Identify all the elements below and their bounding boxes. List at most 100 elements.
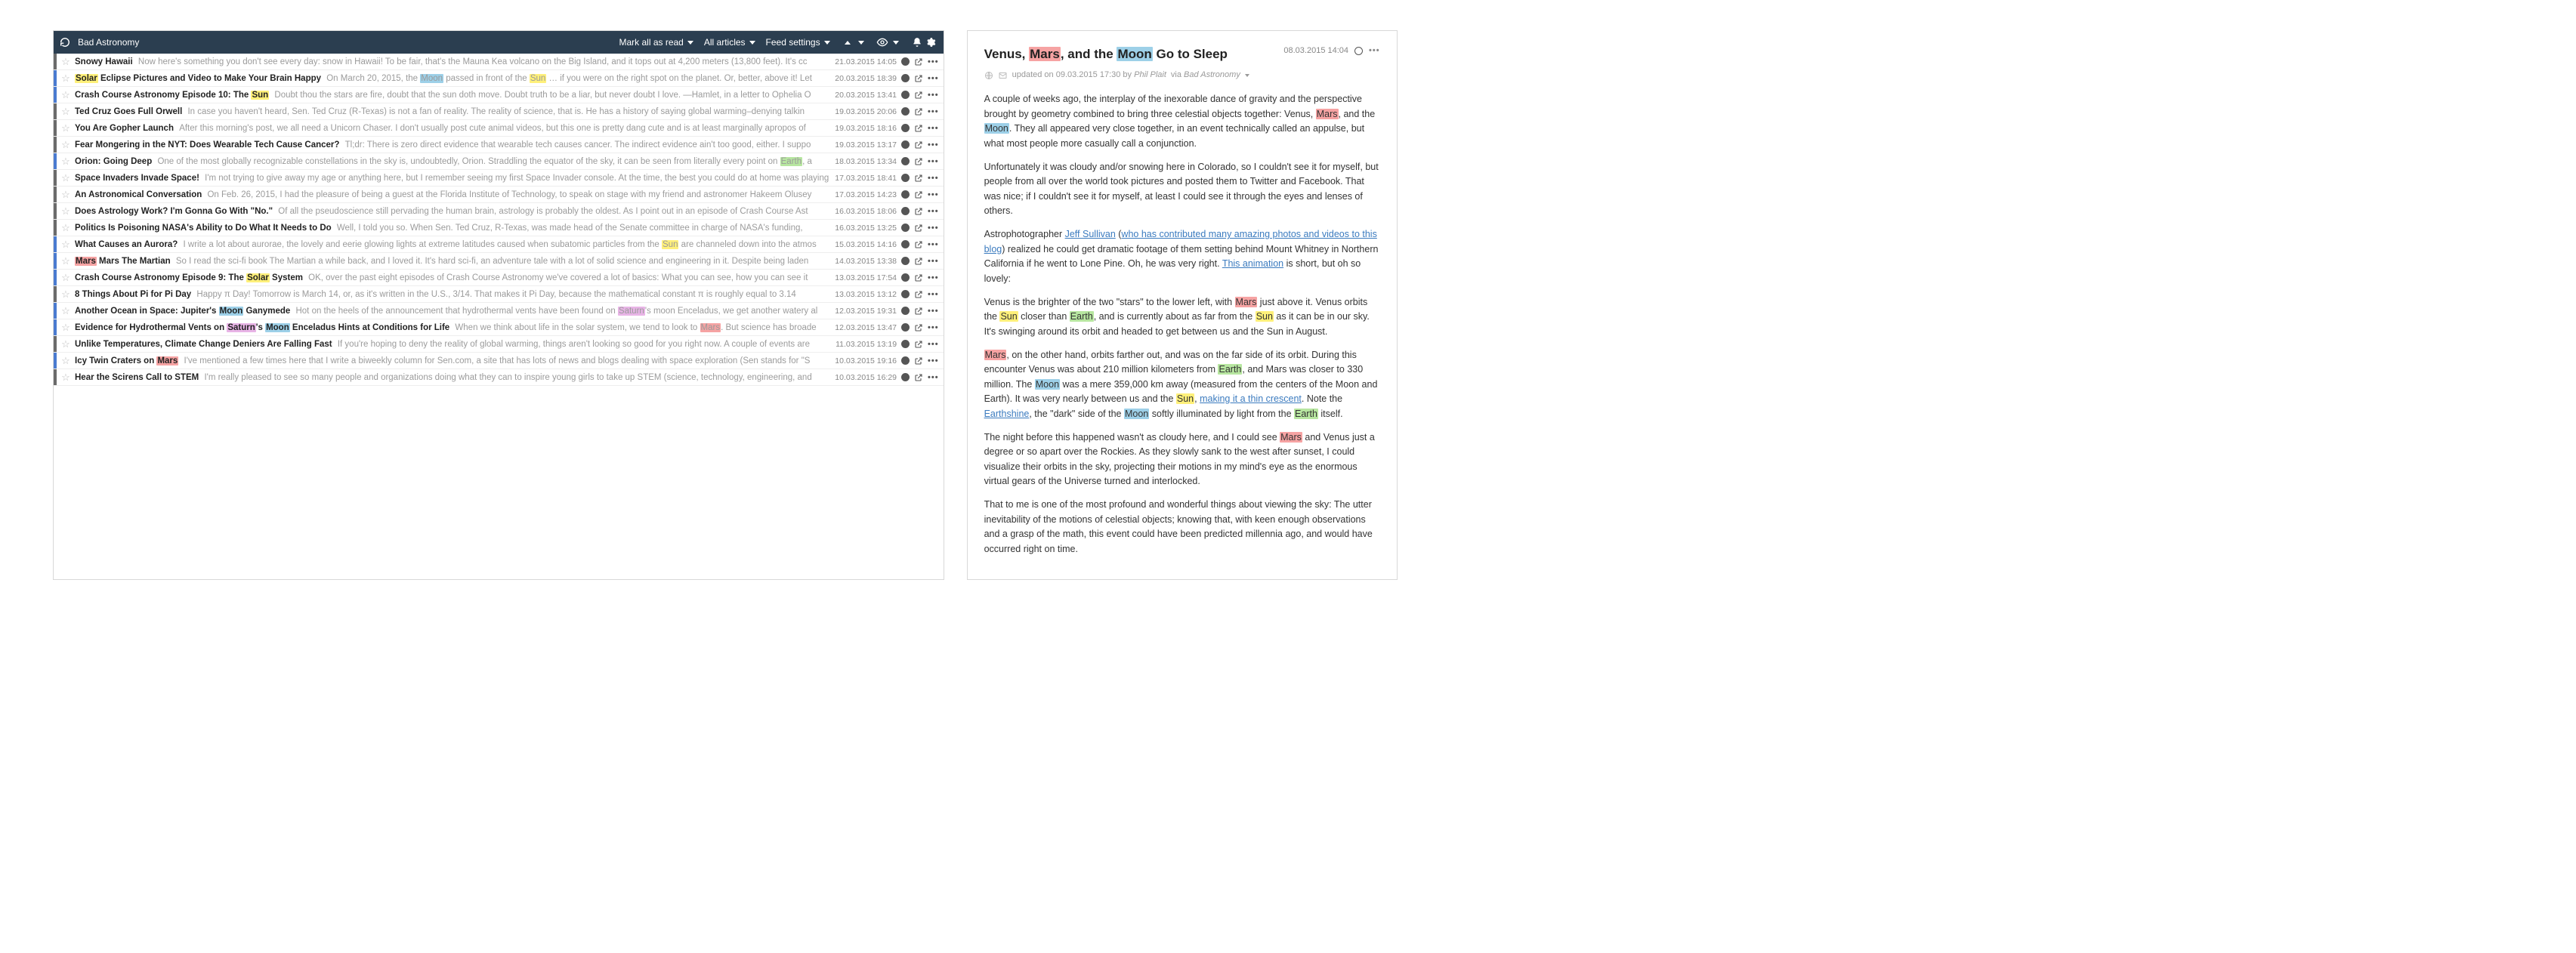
next-article-button[interactable]	[854, 35, 868, 49]
filter-all-articles-button[interactable]: All articles	[704, 37, 755, 48]
article-row[interactable]: ☆Crash Course Astronomy Episode 9: The S…	[54, 270, 944, 286]
mark-read-toggle[interactable]	[901, 356, 910, 365]
article-row[interactable]: ☆Orion: Going Deep One of the most globa…	[54, 153, 944, 170]
article-row[interactable]: ☆8 Things About Pi for Pi Day Happy π Da…	[54, 286, 944, 303]
mark-all-read-button[interactable]: Mark all as read	[619, 37, 693, 48]
more-actions-icon[interactable]: •••	[928, 224, 939, 233]
article-row[interactable]: ☆Solar Eclipse Pictures and Video to Mak…	[54, 70, 944, 87]
mark-read-toggle[interactable]	[901, 140, 910, 149]
mark-read-toggle[interactable]	[901, 157, 910, 165]
more-actions-icon[interactable]: •••	[928, 240, 939, 249]
star-toggle[interactable]: ☆	[57, 355, 75, 367]
more-actions-icon[interactable]: •••	[928, 290, 939, 299]
mark-read-toggle[interactable]	[901, 190, 910, 199]
more-actions-icon[interactable]: •••	[928, 107, 939, 116]
star-toggle[interactable]: ☆	[57, 172, 75, 184]
star-toggle[interactable]: ☆	[57, 305, 75, 317]
open-external-icon[interactable]	[914, 57, 923, 66]
more-actions-icon[interactable]: •••	[928, 124, 939, 133]
star-toggle[interactable]: ☆	[57, 338, 75, 350]
body-link[interactable]: making it a thin crescent	[1200, 393, 1302, 404]
more-actions-icon[interactable]: •••	[928, 373, 939, 382]
open-external-icon[interactable]	[914, 91, 923, 100]
star-toggle[interactable]: ☆	[57, 56, 75, 68]
open-external-icon[interactable]	[914, 157, 923, 166]
star-toggle[interactable]: ☆	[57, 222, 75, 234]
mark-read-toggle[interactable]	[901, 124, 910, 132]
star-toggle[interactable]: ☆	[57, 122, 75, 134]
open-external-icon[interactable]	[914, 307, 923, 316]
open-external-icon[interactable]	[914, 207, 923, 216]
article-row[interactable]: ☆What Causes an Aurora? I write a lot ab…	[54, 236, 944, 253]
more-actions-icon[interactable]: •••	[928, 307, 939, 316]
article-row[interactable]: ☆Snowy Hawaii Now here's something you d…	[54, 54, 944, 70]
mark-read-toggle[interactable]	[901, 257, 910, 265]
open-external-icon[interactable]	[914, 356, 923, 365]
open-external-icon[interactable]	[914, 74, 923, 83]
more-actions-icon[interactable]: •••	[928, 190, 939, 199]
article-row[interactable]: ☆Icy Twin Craters on Mars I've mentioned…	[54, 353, 944, 369]
more-actions-icon[interactable]: •••	[928, 57, 939, 66]
star-toggle[interactable]: ☆	[57, 272, 75, 284]
mark-read-toggle[interactable]	[901, 207, 910, 215]
open-external-icon[interactable]	[914, 240, 923, 249]
mark-read-toggle[interactable]	[901, 107, 910, 116]
more-actions-icon[interactable]: •••	[928, 140, 939, 150]
more-actions-icon[interactable]: •••	[928, 323, 939, 332]
star-toggle[interactable]: ☆	[57, 205, 75, 217]
source-link[interactable]: Bad Astronomy	[1184, 70, 1240, 79]
article-row[interactable]: ☆Hear the Scirens Call to STEM I'm reall…	[54, 369, 944, 386]
star-toggle[interactable]: ☆	[57, 89, 75, 101]
chevron-down-icon[interactable]	[889, 35, 903, 49]
mark-read-toggle[interactable]	[901, 290, 910, 298]
star-toggle[interactable]: ☆	[57, 72, 75, 85]
mark-read-toggle[interactable]	[1354, 47, 1363, 55]
mark-read-toggle[interactable]	[901, 74, 910, 82]
article-row[interactable]: ☆Mars Mars The Martian So I read the sci…	[54, 253, 944, 270]
more-actions-icon[interactable]: •••	[928, 207, 939, 216]
mark-read-toggle[interactable]	[901, 224, 910, 232]
mail-icon[interactable]	[998, 71, 1008, 80]
notifications-icon[interactable]	[910, 35, 924, 49]
star-toggle[interactable]: ☆	[57, 156, 75, 168]
article-row[interactable]: ☆Another Ocean in Space: Jupiter's Moon …	[54, 303, 944, 319]
star-toggle[interactable]: ☆	[57, 106, 75, 118]
mark-read-toggle[interactable]	[901, 307, 910, 315]
article-row[interactable]: ☆Crash Course Astronomy Episode 10: The …	[54, 87, 944, 103]
more-actions-icon[interactable]: •••	[928, 257, 939, 266]
star-toggle[interactable]: ☆	[57, 239, 75, 251]
article-row[interactable]: ☆You Are Gopher Launch After this mornin…	[54, 120, 944, 137]
open-external-icon[interactable]	[914, 273, 923, 282]
article-row[interactable]: ☆Fear Mongering in the NYT: Does Wearabl…	[54, 137, 944, 153]
more-actions-icon[interactable]: •••	[928, 91, 939, 100]
open-external-icon[interactable]	[914, 174, 923, 183]
mark-read-toggle[interactable]	[901, 340, 910, 348]
open-external-icon[interactable]	[914, 107, 923, 116]
more-actions-icon[interactable]: •••	[1369, 45, 1380, 57]
more-actions-icon[interactable]: •••	[928, 74, 939, 83]
article-row[interactable]: ☆Evidence for Hydrothermal Vents on Satu…	[54, 319, 944, 336]
article-row[interactable]: ☆Ted Cruz Goes Full Orwell In case you h…	[54, 103, 944, 120]
open-external-icon[interactable]	[914, 323, 923, 332]
mark-read-toggle[interactable]	[901, 57, 910, 66]
chevron-down-icon[interactable]	[1245, 74, 1249, 77]
star-toggle[interactable]: ☆	[57, 372, 75, 384]
more-actions-icon[interactable]: •••	[928, 340, 939, 349]
article-row[interactable]: ☆An Astronomical Conversation On Feb. 26…	[54, 187, 944, 203]
feed-settings-button[interactable]: Feed settings	[766, 37, 830, 48]
body-link[interactable]: Earthshine	[984, 409, 1030, 419]
open-external-icon[interactable]	[914, 124, 923, 133]
settings-gear-icon[interactable]	[924, 35, 937, 49]
more-actions-icon[interactable]: •••	[928, 157, 939, 166]
article-row[interactable]: ☆Unlike Temperatures, Climate Change Den…	[54, 336, 944, 353]
star-toggle[interactable]: ☆	[57, 288, 75, 301]
body-link[interactable]: This animation	[1222, 258, 1283, 269]
body-link[interactable]: Jeff Sullivan	[1065, 229, 1116, 239]
open-external-icon[interactable]	[914, 290, 923, 299]
mark-read-toggle[interactable]	[901, 273, 910, 282]
more-actions-icon[interactable]: •••	[928, 273, 939, 282]
mark-read-toggle[interactable]	[901, 373, 910, 381]
open-external-icon[interactable]	[914, 257, 923, 266]
mark-read-toggle[interactable]	[901, 240, 910, 248]
open-external-icon[interactable]	[914, 373, 923, 382]
